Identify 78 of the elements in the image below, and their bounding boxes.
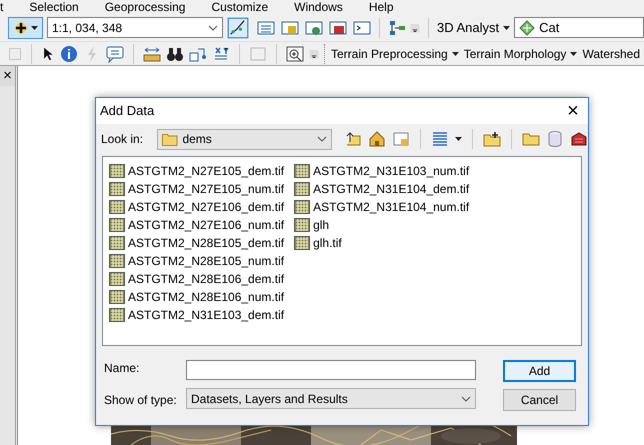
list-view-icon[interactable] bbox=[431, 130, 449, 148]
menu-item[interactable]: Customize bbox=[211, 0, 268, 14]
model-builder-icon[interactable] bbox=[388, 18, 406, 36]
raster-icon bbox=[109, 200, 125, 214]
editor-icon[interactable] bbox=[227, 16, 249, 38]
folder-icon bbox=[162, 132, 178, 146]
cancel-button[interactable]: Cancel bbox=[503, 389, 576, 411]
caret-icon bbox=[31, 26, 38, 30]
chevron-down-icon bbox=[317, 136, 327, 142]
home-icon[interactable] bbox=[368, 130, 386, 148]
file-item[interactable]: ASTGTM2_N27E106_num.tif bbox=[109, 217, 284, 233]
raster-icon bbox=[109, 308, 125, 322]
menu-item[interactable]: t bbox=[0, 0, 4, 14]
toolbar-menu[interactable]: Watershed bbox=[582, 44, 640, 62]
caret-icon bbox=[452, 52, 459, 56]
raster-icon bbox=[294, 236, 310, 250]
close-button[interactable]: × bbox=[558, 98, 588, 124]
menu-item[interactable]: Help bbox=[368, 0, 394, 14]
chevron-down-icon bbox=[461, 396, 471, 402]
raster-icon bbox=[109, 254, 125, 268]
raster-icon bbox=[294, 182, 310, 196]
type-label: Show of type: bbox=[104, 392, 176, 409]
toolbar-menu[interactable]: Terrain Morphology bbox=[464, 44, 578, 62]
info-icon[interactable] bbox=[60, 44, 78, 62]
pointer-icon[interactable] bbox=[41, 46, 55, 62]
file-item[interactable]: ASTGTM2_N31E103_num.tif bbox=[294, 163, 470, 179]
toolbar-menu[interactable]: Terrain Preprocessing bbox=[331, 44, 459, 62]
type-dropdown[interactable]: Datasets, Layers and Results bbox=[186, 388, 476, 409]
raster-icon bbox=[109, 218, 125, 232]
command-window-icon[interactable] bbox=[353, 18, 371, 36]
caret-icon bbox=[503, 26, 510, 30]
dialog-title: Add Data bbox=[100, 102, 154, 120]
raster-icon bbox=[294, 218, 310, 232]
ruler-icon[interactable] bbox=[143, 44, 161, 62]
raster-icon bbox=[294, 200, 310, 214]
file-item[interactable]: ASTGTM2_N31E103_dem.tif bbox=[109, 307, 284, 323]
file-item[interactable]: ASTGTM2_N28E105_dem.tif bbox=[109, 235, 284, 251]
file-item[interactable]: glh.tif bbox=[294, 235, 470, 251]
file-item[interactable]: ASTGTM2_N31E104_dem.tif bbox=[294, 181, 470, 197]
toolbar-menu[interactable]: 3D Analyst bbox=[437, 18, 510, 38]
cylinder-icon[interactable] bbox=[546, 130, 564, 148]
name-field[interactable] bbox=[186, 360, 476, 380]
add-data-button[interactable] bbox=[8, 16, 43, 38]
file-item[interactable]: ASTGTM2_N28E105_num.tif bbox=[109, 253, 284, 269]
file-item[interactable]: ASTGTM2_N31E104_num.tif bbox=[294, 199, 470, 215]
caret-icon bbox=[455, 137, 462, 141]
layer-icon bbox=[519, 20, 536, 36]
look-in-dropdown[interactable]: dems bbox=[157, 128, 332, 150]
raster-icon bbox=[109, 182, 125, 196]
file-item[interactable]: ASTGTM2_N27E105_num.tif bbox=[109, 181, 284, 197]
raster-icon bbox=[294, 164, 310, 178]
menu-item[interactable]: Selection bbox=[29, 0, 79, 14]
file-item[interactable]: glh bbox=[294, 217, 470, 233]
file-item[interactable]: ASTGTM2_N28E106_num.tif bbox=[109, 289, 284, 305]
table-icon[interactable] bbox=[257, 18, 275, 36]
look-in-label: Look in: bbox=[101, 131, 144, 148]
new-folder-icon[interactable] bbox=[483, 130, 501, 148]
add-button[interactable]: Add bbox=[503, 360, 576, 382]
magnifier-window-icon[interactable] bbox=[286, 44, 304, 62]
up-folder-icon[interactable] bbox=[344, 130, 362, 148]
chevron-down-icon bbox=[208, 24, 218, 30]
raster-icon bbox=[109, 164, 125, 178]
html-popup-icon[interactable] bbox=[106, 44, 124, 62]
raster-icon bbox=[109, 290, 125, 304]
caret-icon bbox=[570, 52, 578, 56]
plus-icon bbox=[13, 20, 29, 36]
file-item[interactable]: ASTGTM2_N27E105_dem.tif bbox=[109, 163, 284, 179]
file-item[interactable]: ASTGTM2_N28E106_dem.tif bbox=[109, 271, 284, 287]
close-button[interactable]: × bbox=[0, 66, 15, 86]
xy-icon[interactable] bbox=[212, 44, 230, 62]
scale-field[interactable]: 1:1, 034, 348 bbox=[47, 17, 223, 38]
raster-icon bbox=[109, 236, 125, 250]
menu-item[interactable]: Geoprocessing bbox=[104, 0, 186, 14]
menu-item[interactable]: Windows bbox=[294, 0, 343, 14]
file-item[interactable]: ASTGTM2_N27E106_dem.tif bbox=[109, 199, 284, 215]
raster-icon bbox=[109, 272, 125, 286]
layer-field[interactable]: Cat bbox=[514, 17, 644, 38]
name-label: Name: bbox=[104, 360, 140, 377]
